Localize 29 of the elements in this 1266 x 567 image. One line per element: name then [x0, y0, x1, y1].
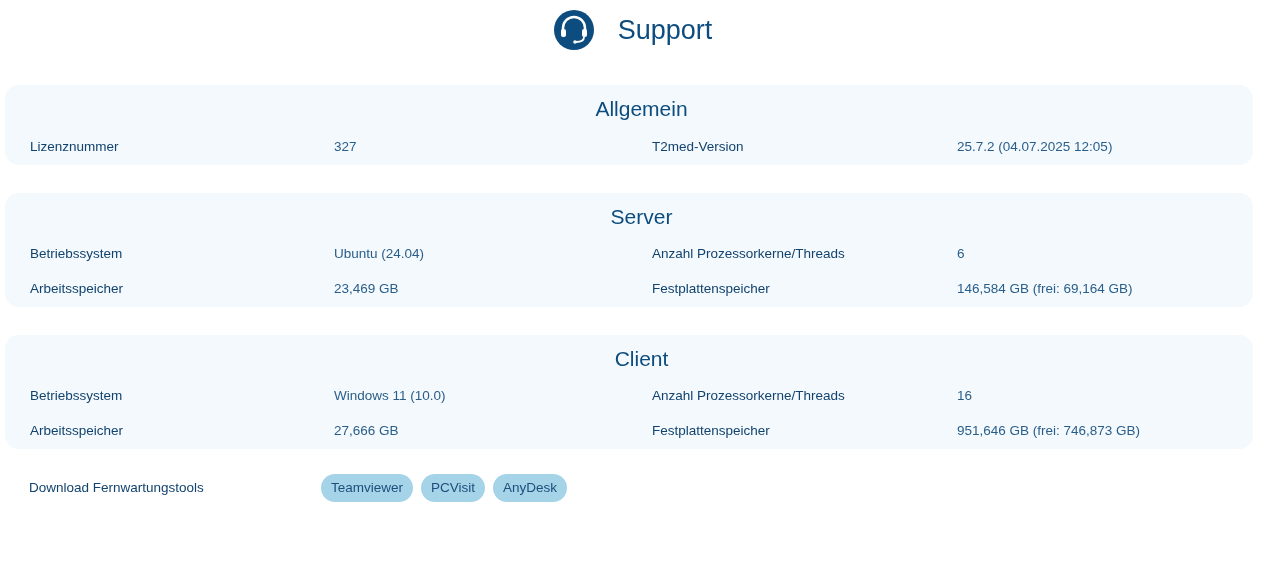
field-label: Festplattenspeicher — [652, 279, 771, 298]
field-value: 27,666 GB — [334, 421, 400, 440]
field-label: Festplattenspeicher — [652, 421, 771, 440]
download-button[interactable]: PCVisit — [421, 473, 486, 502]
field-label: Anzahl Prozessorkerne/Threads — [652, 387, 846, 406]
field-label: Lizenznummer — [30, 137, 120, 156]
field-label: Arbeitsspeicher — [30, 421, 125, 440]
field-label: Arbeitsspeicher — [30, 279, 125, 298]
section-heading: Server — [609, 203, 674, 230]
field-value: 25.7.2 (04.07.2025 12:05) — [957, 137, 1114, 156]
download-button[interactable]: AnyDesk — [493, 473, 568, 502]
field-label: Betriebssystem — [30, 387, 124, 406]
field-value: 16 — [957, 387, 974, 406]
field-label: T2med-Version — [652, 137, 745, 156]
field-value: 327 — [334, 137, 358, 156]
page-title: Support — [617, 13, 713, 47]
section-heading: Client — [613, 345, 670, 372]
headset-icon — [553, 10, 594, 50]
field-value: 146,584 GB (frei: 69,164 GB) — [957, 279, 1134, 298]
section-heading: Allgemein — [594, 96, 689, 122]
download-label: Download Fernwartungstools — [29, 478, 205, 497]
field-value: Windows 11 (10.0) — [334, 387, 447, 406]
field-value: 951,646 GB (frei: 746,873 GB) — [957, 421, 1142, 440]
field-label: Anzahl Prozessorkerne/Threads — [652, 245, 846, 264]
field-value: 23,469 GB — [334, 279, 400, 298]
field-value: 6 — [957, 245, 966, 264]
download-button[interactable]: Teamviewer — [321, 473, 414, 502]
field-value: Ubuntu (24.04) — [334, 245, 426, 264]
field-label: Betriebssystem — [30, 245, 124, 264]
